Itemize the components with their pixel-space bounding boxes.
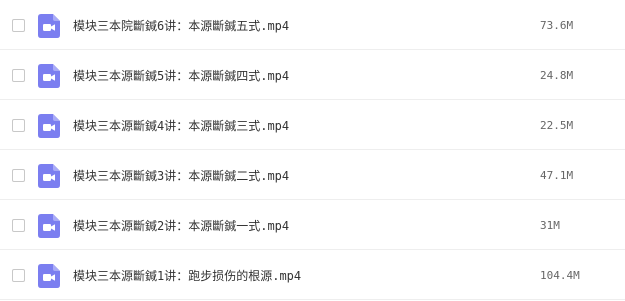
row-checkbox[interactable] bbox=[12, 119, 25, 132]
video-file-icon bbox=[38, 114, 60, 138]
row-checkbox[interactable] bbox=[12, 19, 25, 32]
video-file-icon bbox=[38, 264, 60, 288]
file-size: 31M bbox=[540, 219, 560, 232]
video-file-icon bbox=[38, 64, 60, 88]
file-size: 47.1M bbox=[540, 169, 574, 182]
file-size: 73.6M bbox=[540, 19, 574, 32]
file-row[interactable]: 模块三本源斷鍼5讲：本源斷鍼四式.mp4 24.8M bbox=[0, 50, 625, 100]
file-name[interactable]: 模块三本院斷鍼6讲：本源斷鍼五式.mp4 bbox=[73, 17, 289, 35]
file-name[interactable]: 模块三本源斷鍼2讲：本源斷鍼一式.mp4 bbox=[73, 217, 289, 235]
file-row[interactable]: 模块三本源斷鍼4讲：本源斷鍼三式.mp4 22.5M bbox=[0, 100, 625, 150]
file-row[interactable]: 模块三本院斷鍼6讲：本源斷鍼五式.mp4 73.6M bbox=[0, 0, 625, 50]
file-name[interactable]: 模块三本源斷鍼5讲：本源斷鍼四式.mp4 bbox=[73, 67, 289, 85]
row-checkbox[interactable] bbox=[12, 269, 25, 282]
video-file-icon bbox=[38, 14, 60, 38]
row-checkbox[interactable] bbox=[12, 219, 25, 232]
file-row[interactable]: 模块三本源斷鍼2讲：本源斷鍼一式.mp4 31M bbox=[0, 200, 625, 250]
video-file-icon bbox=[38, 214, 60, 238]
file-name[interactable]: 模块三本源斷鍼4讲：本源斷鍼三式.mp4 bbox=[73, 117, 289, 135]
file-size: 22.5M bbox=[540, 119, 574, 132]
file-row[interactable]: 模块三本源斷鍼1讲：跑步损伤的根源.mp4 104.4M bbox=[0, 250, 625, 300]
file-row[interactable]: 模块三本源斷鍼3讲：本源斷鍼二式.mp4 47.1M bbox=[0, 150, 625, 200]
file-list: 模块三本院斷鍼6讲：本源斷鍼五式.mp4 73.6M 模块三本源斷鍼5讲：本源斷… bbox=[0, 0, 625, 301]
file-size: 24.8M bbox=[540, 69, 574, 82]
video-file-icon bbox=[38, 164, 60, 188]
file-name[interactable]: 模块三本源斷鍼3讲：本源斷鍼二式.mp4 bbox=[73, 167, 289, 185]
row-checkbox[interactable] bbox=[12, 69, 25, 82]
file-size: 104.4M bbox=[540, 269, 580, 282]
row-checkbox[interactable] bbox=[12, 169, 25, 182]
file-name[interactable]: 模块三本源斷鍼1讲：跑步损伤的根源.mp4 bbox=[73, 267, 301, 285]
